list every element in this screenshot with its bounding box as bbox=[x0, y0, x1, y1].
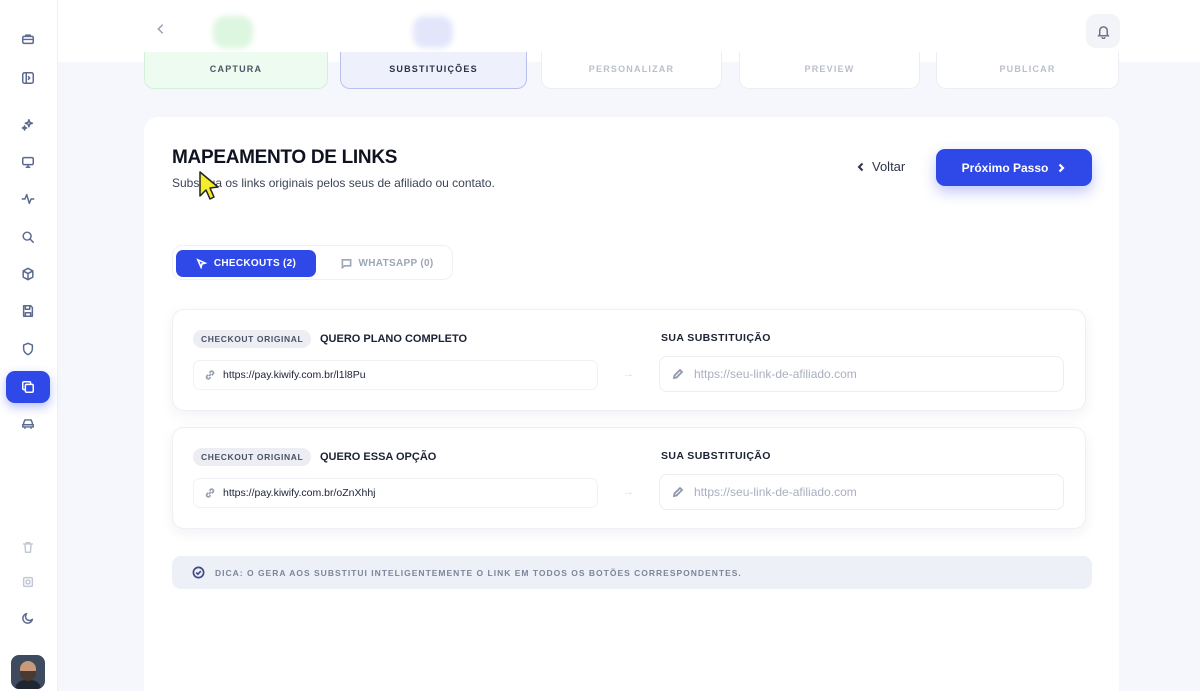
copy-icon[interactable] bbox=[6, 371, 50, 403]
chevron-left-icon bbox=[857, 162, 864, 171]
trash-icon[interactable] bbox=[15, 534, 41, 560]
original-url: https://pay.kiwify.com.br/l1l8Pu bbox=[193, 360, 598, 390]
chevron-right-icon bbox=[1059, 163, 1065, 172]
step-captura[interactable]: CAPTURA bbox=[144, 52, 328, 89]
checkout-row: CHECKOUT ORIGINAL QUERO ESSA OPÇÃO https… bbox=[172, 427, 1086, 529]
panel-collapse-icon[interactable] bbox=[15, 65, 41, 91]
arrow-right-icon: → bbox=[623, 368, 634, 380]
activity-icon[interactable] bbox=[15, 186, 41, 212]
avatar[interactable] bbox=[11, 655, 45, 689]
save-icon[interactable] bbox=[15, 298, 41, 324]
back-button[interactable]: Voltar bbox=[856, 159, 905, 174]
substitution-label: SUA SUBSTITUIÇÃO bbox=[661, 450, 771, 462]
original-url: https://pay.kiwify.com.br/oZnXhhj bbox=[193, 478, 598, 508]
chevron-left-icon[interactable] bbox=[154, 22, 170, 38]
monitor-icon[interactable] bbox=[15, 149, 41, 175]
checkout-label: QUERO ESSA OPÇÃO bbox=[320, 451, 437, 463]
search-icon[interactable] bbox=[15, 224, 41, 250]
square-icon[interactable] bbox=[15, 569, 41, 595]
checkout-original-badge: CHECKOUT ORIGINAL bbox=[193, 448, 312, 466]
arrow-right-icon: → bbox=[623, 486, 634, 498]
cube-icon[interactable] bbox=[15, 261, 41, 287]
step-personalizar[interactable]: PERSONALIZAR bbox=[541, 52, 722, 89]
step-publicar[interactable]: PUBLICAR bbox=[936, 52, 1119, 89]
link-mapping-card: MAPEAMENTO DE LINKS Substitua os links o… bbox=[144, 117, 1119, 691]
checkout-row: CHECKOUT ORIGINAL QUERO PLANO COMPLETO h… bbox=[172, 309, 1086, 411]
step-substituicoes[interactable]: SUBSTITUIÇÕES bbox=[340, 52, 527, 89]
substitution-field[interactable] bbox=[659, 474, 1064, 510]
sparkles-icon[interactable] bbox=[15, 112, 41, 138]
tip-banner: DICA: O GERA AOS SUBSTITUI INTELIGENTEME… bbox=[172, 556, 1092, 589]
substitution-field[interactable] bbox=[659, 356, 1064, 392]
page-title: MAPEAMENTO DE LINKS bbox=[172, 147, 398, 168]
step-indicator-substitutions bbox=[413, 16, 453, 48]
message-icon bbox=[341, 259, 351, 269]
pencil-icon bbox=[672, 368, 684, 380]
toolbox-icon[interactable] bbox=[15, 26, 41, 52]
checkout-label: QUERO PLANO COMPLETO bbox=[320, 333, 468, 345]
checkout-original-badge: CHECKOUT ORIGINAL bbox=[193, 330, 312, 348]
bell-icon[interactable] bbox=[1086, 14, 1120, 48]
shield-icon[interactable] bbox=[15, 336, 41, 362]
cursor-click-icon bbox=[196, 258, 207, 269]
mouse-cursor-icon bbox=[199, 171, 219, 200]
link-type-tabs: CHECKOUTS (2) WHATSAPP (0) bbox=[172, 245, 453, 280]
substitution-input[interactable] bbox=[694, 485, 1054, 499]
link-icon bbox=[205, 370, 215, 380]
substitution-label: SUA SUBSTITUIÇÃO bbox=[661, 332, 771, 344]
step-preview[interactable]: PREVIEW bbox=[739, 52, 920, 89]
check-circle-icon bbox=[192, 566, 205, 579]
car-icon[interactable] bbox=[15, 410, 41, 436]
link-icon bbox=[205, 488, 215, 498]
moon-icon[interactable] bbox=[15, 605, 41, 631]
tab-whatsapp[interactable]: WHATSAPP (0) bbox=[323, 250, 451, 277]
step-indicator-capture bbox=[213, 16, 253, 48]
sidebar bbox=[0, 0, 58, 691]
next-step-button[interactable]: Próximo Passo bbox=[936, 149, 1092, 186]
pencil-icon bbox=[672, 486, 684, 498]
substitution-input[interactable] bbox=[694, 367, 1054, 381]
tab-checkouts[interactable]: CHECKOUTS (2) bbox=[176, 250, 316, 277]
